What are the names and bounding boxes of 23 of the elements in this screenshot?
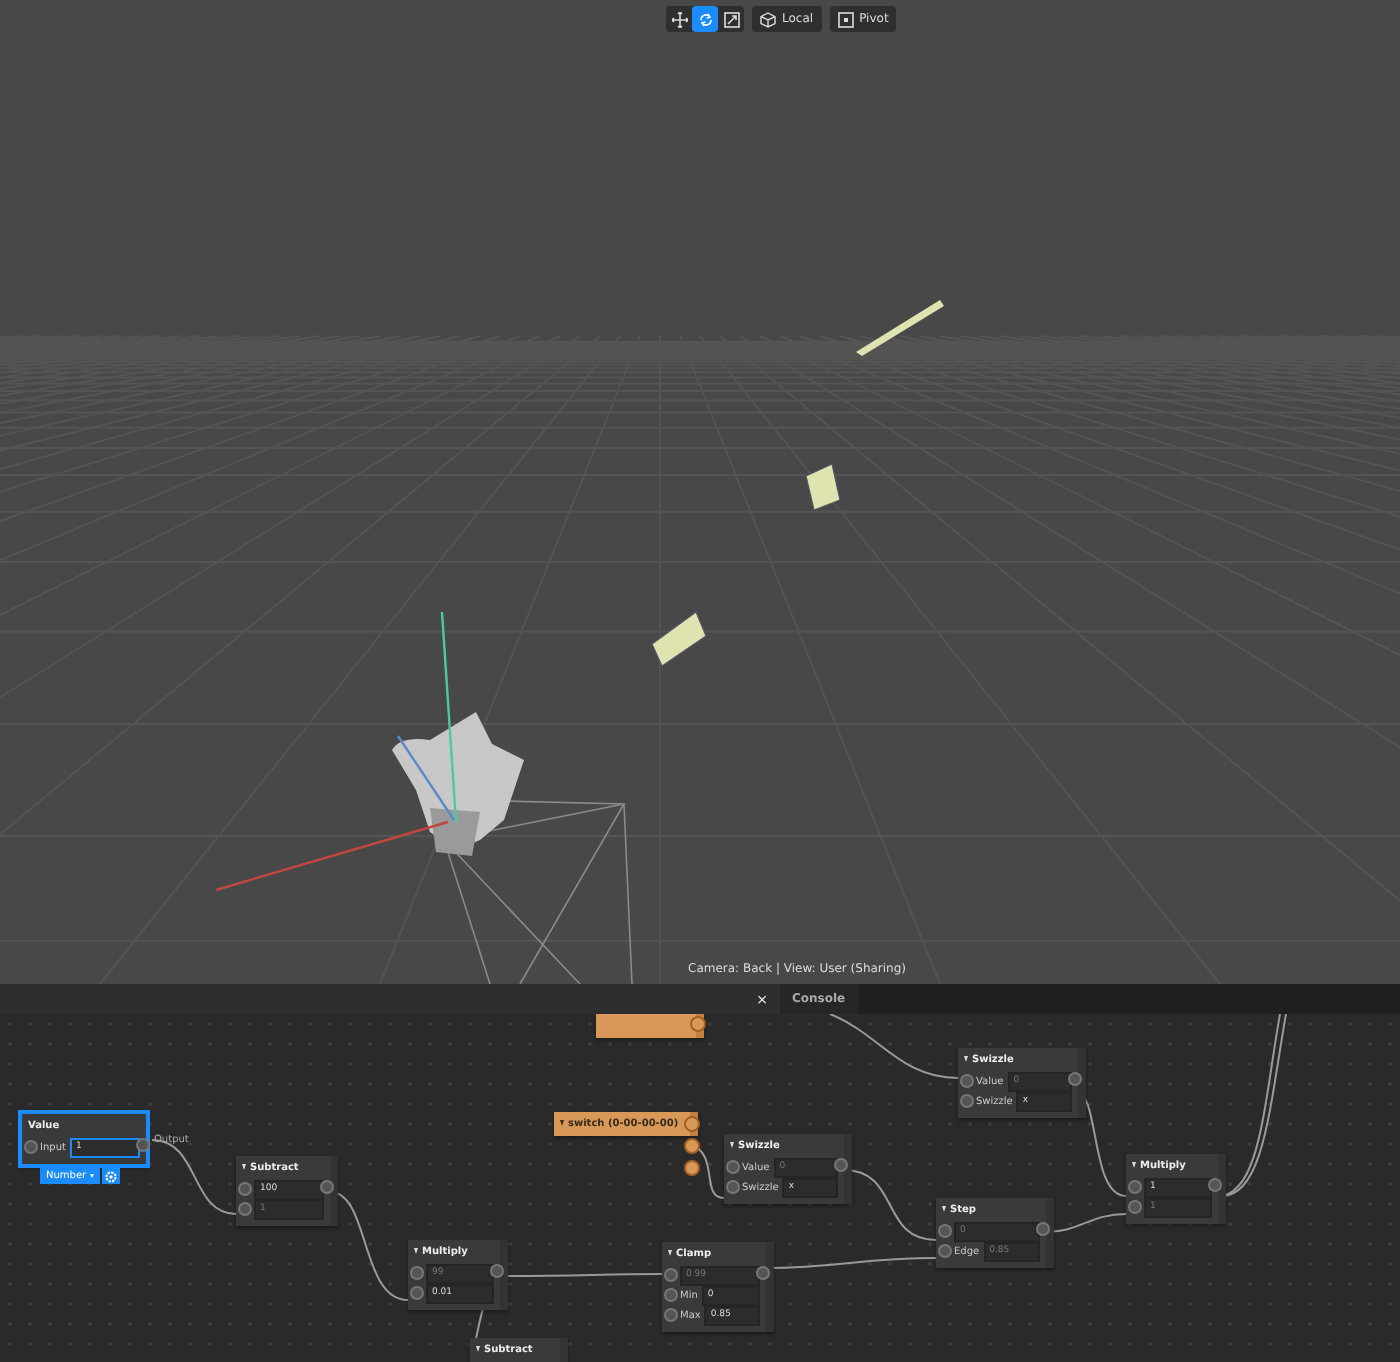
scale-icon xyxy=(723,11,739,27)
output-socket-icon[interactable] xyxy=(690,1016,706,1032)
output-socket-icon[interactable] xyxy=(1068,1072,1082,1086)
wire xyxy=(829,1014,959,1079)
input-socket-icon[interactable] xyxy=(24,1140,38,1154)
output-socket-icon[interactable] xyxy=(834,1158,848,1172)
output-socket-icon[interactable] xyxy=(136,1138,150,1152)
output-socket-icon[interactable] xyxy=(1208,1178,1222,1192)
object-model-drawing xyxy=(392,712,524,856)
switch-node[interactable] xyxy=(596,1014,704,1038)
move-icon xyxy=(671,11,687,27)
output-socket-icon[interactable] xyxy=(320,1180,334,1194)
scale-tool-button[interactable] xyxy=(718,6,744,32)
pivot-icon xyxy=(837,11,854,27)
rotate-icon xyxy=(697,11,713,27)
move-tool-button[interactable] xyxy=(666,6,692,32)
output-socket-icon[interactable] xyxy=(756,1266,770,1280)
cube-icon xyxy=(760,11,776,27)
output-socket-icon[interactable] xyxy=(1036,1222,1050,1236)
rotate-tool-button[interactable] xyxy=(692,6,718,32)
output-socket-icon[interactable] xyxy=(490,1264,504,1278)
settings-button[interactable] xyxy=(102,1168,121,1184)
caret-icon xyxy=(90,1174,95,1178)
